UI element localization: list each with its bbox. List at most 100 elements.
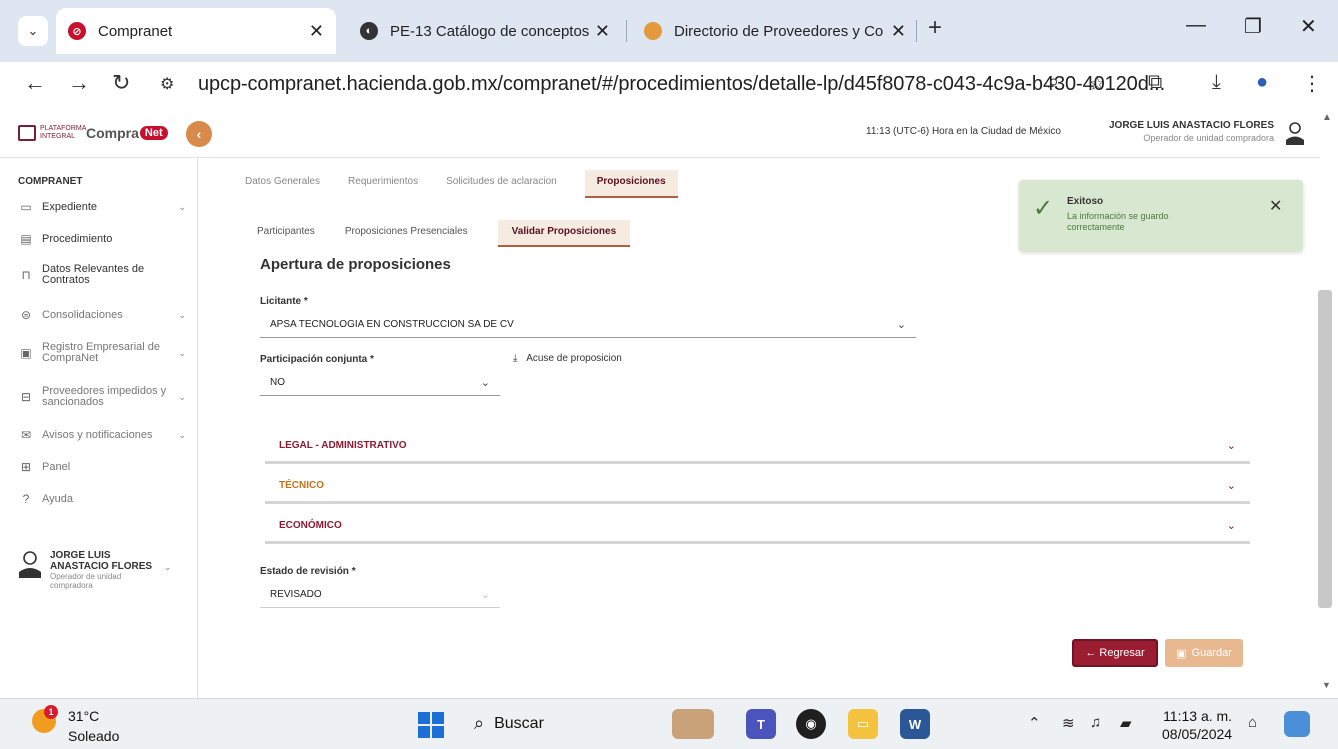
- teams-icon[interactable]: T: [746, 709, 776, 739]
- sidebar-item-label: Datos Relevantes de Contratos: [42, 263, 145, 286]
- new-tab-button[interactable]: +: [928, 14, 942, 42]
- site-settings-icon[interactable]: ⚙: [160, 74, 174, 94]
- notification-icon[interactable]: ⌂: [1248, 714, 1257, 731]
- zoom-icon[interactable]: ⌕: [1048, 71, 1059, 94]
- sidebar-item-datos-relevantes[interactable]: ⊓ Datos Relevantes de Contratos: [18, 264, 186, 286]
- section-economico[interactable]: ECONÓMICO ⌄: [265, 510, 1250, 544]
- sidebar-item-label: Procedimiento: [42, 232, 113, 245]
- compranet-logo[interactable]: PLATAFORMA INTEGRAL Compra Net: [18, 120, 168, 146]
- file-explorer-icon[interactable]: ▭: [848, 709, 878, 739]
- header-user[interactable]: JORGE LUIS ANASTACIO FLORES Operador de …: [1090, 120, 1274, 143]
- profile-icon[interactable]: ●: [1256, 71, 1268, 94]
- app-header: PLATAFORMA INTEGRAL Compra Net ‹ 11:13 (…: [0, 108, 1320, 158]
- mail-icon: ✉: [20, 428, 32, 442]
- weather-badge: 1: [44, 705, 58, 719]
- acuse-proposicion-link[interactable]: ⤓ Acuse de proposicion: [513, 353, 622, 364]
- tab-close-icon[interactable]: ✕: [309, 21, 324, 42]
- section-tecnico[interactable]: TÉCNICO ⌄: [265, 470, 1250, 504]
- document-icon: ▤: [20, 232, 32, 246]
- back-arrow-icon[interactable]: ←: [24, 70, 46, 96]
- sidebar-item-proveedores-impedidos[interactable]: ⊟ Proveedores impedidos y sancionados ⌄: [18, 386, 186, 408]
- wifi-icon[interactable]: ≋: [1062, 714, 1075, 732]
- browser-tab-directorio[interactable]: Directorio de Proveedores y Co ✕: [634, 8, 916, 54]
- minimize-button[interactable]: —: [1186, 14, 1206, 37]
- reload-icon[interactable]: ↻: [112, 70, 130, 96]
- subtab-proposiciones-presenciales[interactable]: Proposiciones Presenciales: [345, 220, 468, 247]
- subtab-validar-proposiciones[interactable]: Validar Proposiciones: [497, 220, 631, 247]
- battery-icon[interactable]: ▰: [1120, 714, 1132, 732]
- taskbar-clock[interactable]: 11:13 a. m. 08/05/2024: [1162, 707, 1232, 743]
- section-legal-administrativo[interactable]: LEGAL - ADMINISTRATIVO ⌄: [265, 430, 1250, 464]
- estado-revision-label: Estado de revisión *: [260, 566, 356, 577]
- download-icon[interactable]: ⤓: [1212, 71, 1221, 94]
- directorio-favicon-icon: [644, 22, 662, 40]
- user-avatar-icon[interactable]: [1284, 121, 1306, 145]
- checkmark-icon: ✓: [1033, 195, 1054, 222]
- sidebar-item-ayuda[interactable]: ? Ayuda: [18, 492, 186, 506]
- bookmark-star-icon[interactable]: ☆: [1088, 71, 1106, 96]
- tab-datos-generales[interactable]: Datos Generales: [245, 170, 320, 198]
- estado-revision-select[interactable]: REVISADO ⌄: [260, 582, 500, 608]
- word-icon[interactable]: W: [900, 709, 930, 739]
- forward-arrow-icon[interactable]: →: [68, 70, 90, 96]
- tab-close-icon[interactable]: ✕: [595, 21, 610, 42]
- sidebar-item-registro-empresarial[interactable]: ▣ Registro Empresarial de CompraNet ⌄: [18, 342, 186, 364]
- sidebar-user-name: JORGE LUIS ANASTACIO FLORES: [50, 550, 153, 572]
- browser-tab-compranet[interactable]: ⊘ Compranet ✕: [56, 8, 336, 54]
- taskbar-search[interactable]: ⌕ Buscar: [474, 713, 544, 734]
- page-scrollbar-thumb[interactable]: [1318, 290, 1332, 608]
- page-title: Apertura de proposiciones: [260, 256, 451, 273]
- sidebar-item-avisos[interactable]: ✉ Avisos y notificaciones ⌄: [18, 428, 186, 442]
- browser-tab-catalogo[interactable]: ◐ PE-13 Catálogo de conceptos, ✕: [350, 8, 620, 54]
- sidebar-item-panel[interactable]: ⊞ Panel: [18, 460, 186, 474]
- section-label: TÉCNICO: [279, 480, 324, 491]
- licitante-select[interactable]: APSA TECNOLOGIA EN CONSTRUCCION SA DE CV…: [260, 312, 916, 338]
- tab-close-icon[interactable]: ✕: [891, 21, 906, 42]
- clock-date: 08/05/2024: [1162, 726, 1233, 742]
- tab-proposiciones[interactable]: Proposiciones: [584, 170, 678, 198]
- regresar-button[interactable]: ← Regresar: [1072, 639, 1158, 667]
- toast-close-icon[interactable]: ✕: [1269, 196, 1282, 216]
- taskbar-search-label: Buscar: [494, 714, 544, 732]
- clock-time: 11:13 a. m.: [1163, 708, 1233, 724]
- browser-menu-icon[interactable]: ⋮: [1302, 71, 1322, 96]
- copilot-icon[interactable]: [1284, 711, 1310, 737]
- sidebar-item-consolidaciones[interactable]: ⊜ Consolidaciones ⌄: [18, 308, 186, 322]
- guardar-button[interactable]: ▣ Guardar: [1165, 639, 1243, 667]
- browser-toolbar: ← → ↻ ⚙ upcp-compranet.hacienda.gob.mx/c…: [0, 62, 1338, 108]
- success-toast: ✓ Exitoso La información se guardo corre…: [1019, 180, 1303, 252]
- participacion-conjunta-select[interactable]: NO ⌄: [260, 370, 500, 396]
- address-bar[interactable]: upcp-compranet.hacienda.gob.mx/compranet…: [198, 73, 1165, 96]
- sidebar-item-label: Expediente: [42, 200, 98, 213]
- chevron-down-icon: ⌄: [178, 429, 186, 440]
- participacion-conjunta-label: Participación conjunta *: [260, 354, 374, 365]
- window-close-button[interactable]: ✕: [1300, 14, 1317, 39]
- sidebar-item-expediente[interactable]: ▭ Expediente ⌄: [18, 200, 186, 214]
- chrome-icon[interactable]: ◉: [796, 709, 826, 739]
- sidebar-item-label: Avisos y notificaciones: [42, 428, 153, 441]
- search-highlight-icon[interactable]: [672, 709, 714, 739]
- section-label: ECONÓMICO: [279, 520, 342, 531]
- question-icon: ?: [22, 492, 30, 506]
- header-user-role: Operador de unidad compradora: [1143, 133, 1274, 143]
- tab-search-button[interactable]: ⌄: [18, 16, 48, 46]
- sidebar-item-label: Consolidaciones: [42, 308, 123, 321]
- tab-solicitudes-aclaracion[interactable]: Solicitudes de aclaracion: [446, 170, 557, 198]
- scroll-down-icon[interactable]: ▼: [1322, 680, 1331, 690]
- scroll-up-icon[interactable]: ▲: [1322, 112, 1332, 123]
- subtab-participantes[interactable]: Participantes: [257, 220, 315, 247]
- chevron-down-icon: ⌄: [896, 319, 906, 331]
- tray-expand-icon[interactable]: ⌃: [1028, 714, 1041, 732]
- sidebar-collapse-button[interactable]: ‹: [186, 121, 212, 147]
- volume-icon[interactable]: ♫: [1090, 714, 1101, 731]
- maximize-button[interactable]: ❐: [1244, 14, 1262, 39]
- chevron-down-icon: ⌄: [178, 347, 186, 358]
- tab-separator: [916, 20, 917, 42]
- sidebar-user[interactable]: JORGE LUIS ANASTACIO FLORES Operador de …: [18, 550, 188, 590]
- sidebar-item-procedimiento[interactable]: ▤ Procedimiento: [18, 232, 186, 246]
- tab-requerimientos[interactable]: Requerimientos: [348, 170, 418, 198]
- id-card-icon: ▣: [20, 346, 32, 360]
- extensions-icon[interactable]: ⧉: [1148, 71, 1162, 94]
- windows-start-icon[interactable]: [418, 712, 444, 738]
- tab-title: Compranet: [98, 22, 173, 40]
